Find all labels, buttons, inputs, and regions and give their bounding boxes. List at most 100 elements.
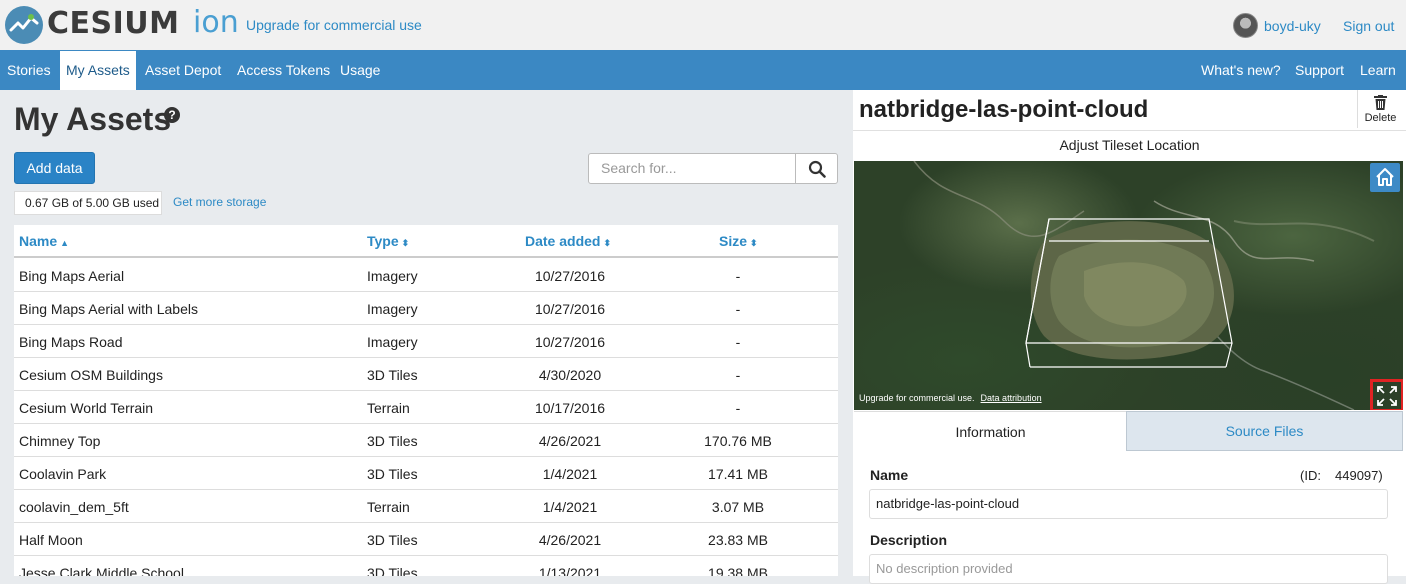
storage-usage: 0.67 GB of 5.00 GB used: [14, 191, 162, 215]
asset-name-cell: Bing Maps Road: [19, 334, 123, 350]
brand-suffix[interactable]: ion: [193, 5, 239, 40]
avatar[interactable]: [1233, 13, 1258, 38]
nav-support[interactable]: Support: [1295, 50, 1344, 90]
asset-name-cell: Bing Maps Aerial: [19, 268, 125, 284]
asset-date-cell: 10/27/2016: [534, 268, 606, 284]
table-row[interactable]: Bing Maps Road Imagery 10/27/2016 -: [14, 325, 838, 358]
home-view-button[interactable]: [1370, 163, 1400, 192]
trash-icon: [1374, 95, 1387, 110]
add-data-button[interactable]: Add data: [14, 152, 95, 184]
tab-information[interactable]: Information: [854, 411, 1127, 451]
asset-date-cell: 1/4/2021: [542, 466, 598, 482]
asset-size-cell: 23.83 MB: [708, 532, 768, 548]
nav-access-tokens[interactable]: Access Tokens: [237, 50, 330, 90]
assets-table: Name ▲ Type ⬍ Date added ⬍ Size ⬍ Bing Maps …: [14, 225, 838, 576]
asset-type-cell: 3D Tiles: [367, 532, 418, 548]
data-attribution-link[interactable]: Data attribution: [981, 393, 1042, 403]
expand-icon: [1377, 386, 1397, 406]
asset-type-cell: 3D Tiles: [367, 367, 418, 383]
asset-type-cell: 3D Tiles: [367, 466, 418, 482]
nav-whats-new[interactable]: What's new?: [1201, 50, 1281, 90]
asset-type-cell: 3D Tiles: [367, 565, 418, 576]
search-input[interactable]: Search for...: [588, 153, 796, 184]
table-row[interactable]: Bing Maps Aerial Imagery 10/27/2016 -: [14, 259, 838, 292]
asset-title: natbridge-las-point-cloud: [859, 96, 1149, 123]
3d-viewer[interactable]: Upgrade for commercial use. Data attribut…: [854, 161, 1403, 410]
sort-icon: ⬍: [750, 238, 758, 248]
asset-size-cell: 19.38 MB: [708, 565, 768, 576]
asset-date-cell: 10/27/2016: [534, 301, 606, 317]
nav-asset-depot[interactable]: Asset Depot: [145, 50, 221, 90]
asset-size-cell: -: [735, 367, 741, 383]
main-nav: Stories My Assets Asset Depot Access Tok…: [0, 50, 1406, 90]
asset-size-cell: 170.76 MB: [704, 433, 772, 449]
delete-label: Delete: [1364, 112, 1397, 124]
sort-icon: ⬍: [401, 238, 410, 248]
asset-size-cell: -: [735, 334, 741, 350]
page-title: My Assets: [14, 101, 172, 137]
asset-size-cell: -: [735, 301, 741, 317]
fullscreen-button[interactable]: [1370, 379, 1403, 410]
nav-learn[interactable]: Learn: [1360, 50, 1396, 90]
table-row[interactable]: Chimney Top 3D Tiles 4/26/2021 170.76 MB: [14, 424, 838, 457]
cesium-logo-icon[interactable]: [5, 6, 43, 44]
asset-detail-panel: natbridge-las-point-cloud Delete Adjust …: [853, 90, 1406, 584]
asset-type-cell: Imagery: [367, 301, 418, 317]
description-label: Description: [870, 532, 948, 548]
terrain-scene: [913, 161, 1375, 410]
asset-name-cell: Half Moon: [19, 532, 83, 548]
asset-id-label: (ID:: [1300, 468, 1321, 483]
get-more-storage-link[interactable]: Get more storage: [173, 195, 266, 209]
asset-date-cell: 10/17/2016: [534, 400, 606, 416]
asset-name-cell: Chimney Top: [19, 433, 101, 449]
description-field[interactable]: No description provided: [869, 554, 1388, 584]
help-icon[interactable]: ?: [164, 107, 180, 123]
sort-asc-icon: ▲: [60, 238, 70, 248]
brand-wordmark[interactable]: CESIUM: [47, 6, 180, 41]
asset-name-cell: Jesse Clark Middle School: [19, 565, 184, 576]
delete-button[interactable]: Delete: [1357, 90, 1402, 128]
table-row[interactable]: Coolavin Park 3D Tiles 1/4/2021 17.41 MB: [14, 457, 838, 490]
upgrade-link[interactable]: Upgrade for commercial use: [246, 17, 422, 33]
top-header: CESIUM ion Upgrade for commercial use bo…: [0, 0, 1406, 50]
adjust-tileset-location-button[interactable]: Adjust Tileset Location: [853, 130, 1406, 161]
table-row[interactable]: Bing Maps Aerial with Labels Imagery 10/27…: [14, 292, 838, 325]
asset-name-cell: Cesium World Terrain: [19, 400, 154, 416]
asset-date-cell: 10/27/2016: [534, 334, 606, 350]
col-type-header[interactable]: Type ⬍: [367, 233, 409, 249]
table-row[interactable]: Cesium World Terrain Terrain 10/17/2016 -: [14, 391, 838, 424]
asset-name-cell: Coolavin Park: [19, 466, 107, 482]
asset-date-cell: 4/30/2020: [538, 367, 602, 383]
sort-icon: ⬍: [603, 238, 612, 248]
table-row[interactable]: coolavin_dem_5ft Terrain 1/4/2021 3.07 MB: [14, 490, 838, 523]
sign-out-link[interactable]: Sign out: [1343, 18, 1394, 34]
asset-name-cell: coolavin_dem_5ft: [19, 499, 129, 515]
table-row[interactable]: Jesse Clark Middle School 3D Tiles 1/13/20…: [14, 556, 838, 576]
home-icon: [1376, 168, 1394, 186]
asset-date-cell: 1/4/2021: [542, 499, 598, 515]
asset-date-cell: 4/26/2021: [538, 532, 602, 548]
table-row[interactable]: Cesium OSM Buildings 3D Tiles 4/30/2020 -: [14, 358, 838, 391]
table-header: Name ▲ Type ⬍ Date added ⬍ Size ⬍: [14, 225, 838, 258]
nav-stories[interactable]: Stories: [7, 50, 51, 90]
asset-type-cell: 3D Tiles: [367, 433, 418, 449]
asset-type-cell: Terrain: [367, 400, 410, 416]
search-button[interactable]: [795, 153, 838, 184]
nav-usage[interactable]: Usage: [340, 50, 380, 90]
col-name-header[interactable]: Name ▲: [19, 233, 69, 249]
asset-type-cell: Imagery: [367, 334, 418, 350]
table-row[interactable]: Half Moon 3D Tiles 4/26/2021 23.83 MB: [14, 523, 838, 556]
tab-source-files[interactable]: Source Files: [1126, 411, 1403, 451]
asset-type-cell: Terrain: [367, 499, 410, 515]
col-size-header[interactable]: Size ⬍: [719, 233, 758, 249]
col-date-header[interactable]: Date added ⬍: [525, 233, 611, 249]
asset-name-cell: Cesium OSM Buildings: [19, 367, 163, 383]
viewer-credit: Upgrade for commercial use. Data attribut…: [859, 393, 1042, 403]
asset-size-cell: -: [735, 400, 741, 416]
name-field[interactable]: natbridge-las-point-cloud: [869, 489, 1388, 519]
asset-size-cell: -: [735, 268, 741, 284]
username-link[interactable]: boyd-uky: [1264, 18, 1321, 34]
nav-my-assets[interactable]: My Assets: [60, 51, 136, 90]
asset-date-cell: 4/26/2021: [538, 433, 602, 449]
asset-name-cell: Bing Maps Aerial with Labels: [19, 301, 198, 317]
